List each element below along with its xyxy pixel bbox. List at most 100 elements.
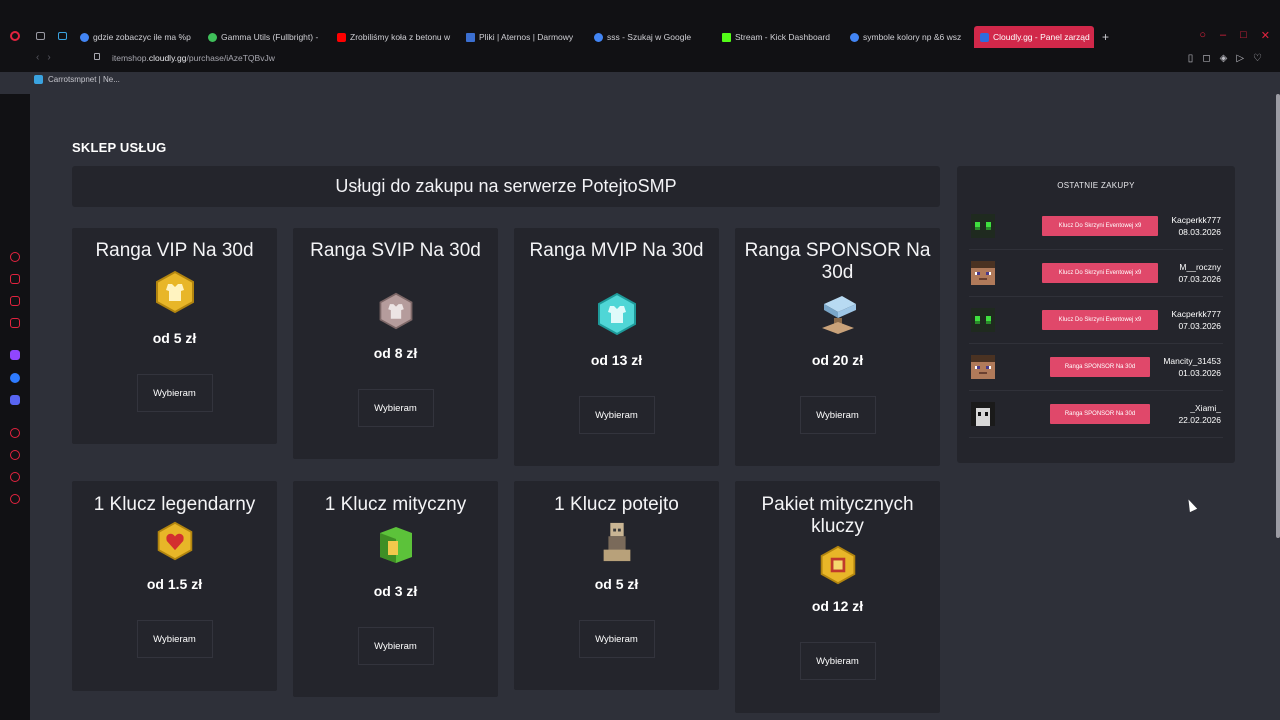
bookmark-item[interactable]: Carrotsmpnet | Ne... bbox=[48, 75, 120, 84]
choose-button[interactable]: Wybieram bbox=[357, 627, 434, 665]
purchase-date: 07.03.2026 bbox=[1178, 274, 1221, 284]
shop-banner: Usługi do zakupu na serwerze PotejtoSMP bbox=[72, 166, 940, 207]
sponsor-anvil-icon bbox=[821, 296, 856, 334]
play-icon[interactable]: ▷ bbox=[1236, 53, 1244, 64]
product-name: 1 Klucz potejto bbox=[554, 494, 679, 515]
purchased-item-badge: Ranga SPONSOR Na 30d bbox=[1050, 404, 1150, 424]
tab-2[interactable]: Zrobiliśmy koła z betonu w bbox=[337, 26, 455, 48]
purchase-row: Ranga SPONSOR Na 30d _Xiami_ 22.02.2026 bbox=[969, 390, 1223, 438]
product-name: 1 Klucz mityczny bbox=[324, 494, 467, 515]
snapshot-icon[interactable]: ◻ bbox=[1202, 53, 1210, 64]
heart-icon[interactable]: ♡ bbox=[1253, 53, 1262, 64]
purchase-meta: Kacperkk777 08.03.2026 bbox=[1171, 214, 1221, 238]
potejto-key-icon bbox=[603, 522, 630, 562]
purchase-row: Klucz Do Skrzyni Eventowej x9 Kacperkk777… bbox=[969, 296, 1223, 344]
choose-button[interactable]: Wybieram bbox=[357, 389, 434, 427]
lock-icon bbox=[94, 53, 100, 60]
purchase-meta: _Xiami_ 22.02.2026 bbox=[1178, 402, 1221, 426]
purchase-meta: Kacperkk777 07.03.2026 bbox=[1171, 308, 1221, 332]
cloudly-icon bbox=[980, 32, 989, 42]
product-card-mythic-key: 1 Klucz mityczny od 3 zł Wybieram bbox=[293, 481, 498, 697]
product-card-potejto-key: 1 Klucz potejto od 5 zł Wybieram bbox=[514, 481, 719, 690]
mythic-keys-pack-icon bbox=[820, 545, 855, 585]
purchase-meta: M__roczny 07.03.2026 bbox=[1178, 261, 1221, 285]
history-icon[interactable] bbox=[10, 450, 20, 460]
tab-4[interactable]: sss - Szukaj w Google bbox=[594, 26, 710, 48]
purchase-row: Ranga SPONSOR Na 30d Mancity_31453 01.03.2… bbox=[969, 343, 1223, 391]
browser-topbar: gdzie zobaczyc ile ma %p Gamma Utils (Fu… bbox=[0, 0, 1280, 72]
product-price: od 13 zł bbox=[590, 352, 643, 368]
product-price: od 5 zł bbox=[594, 576, 639, 592]
player-avatar bbox=[971, 308, 995, 332]
product-price: od 12 zł bbox=[811, 598, 864, 614]
kick-icon bbox=[722, 32, 731, 42]
buyer-name: Kacperkk777 bbox=[1171, 309, 1221, 319]
choose-button[interactable]: Wybieram bbox=[799, 642, 876, 680]
product-name: Ranga MVIP Na 30d bbox=[529, 240, 704, 261]
choose-button[interactable]: Wybieram bbox=[136, 374, 213, 412]
search-icon[interactable]: ○ bbox=[1199, 29, 1206, 42]
product-name: Ranga SPONSOR Na 30d bbox=[744, 240, 931, 283]
vip-rank-icon bbox=[155, 270, 194, 314]
tab-6[interactable]: symbole kolory np &6 wsz bbox=[850, 26, 966, 48]
crypto-wallet-icon[interactable] bbox=[10, 296, 20, 306]
discord-icon[interactable] bbox=[10, 395, 20, 405]
gamma-icon bbox=[208, 32, 217, 42]
buyer-name: Kacperkk777 bbox=[1171, 215, 1221, 225]
choose-button[interactable]: Wybieram bbox=[578, 396, 655, 434]
aria-icon[interactable] bbox=[10, 274, 20, 284]
purchased-item-badge: Klucz Do Skrzyni Eventowej x9 bbox=[1042, 310, 1158, 330]
address-bar[interactable]: ‹› itemshop.cloudly.gg/purchase/iAzeTQBv… bbox=[36, 52, 1276, 66]
back-forward-icon[interactable]: ‹› bbox=[36, 52, 59, 63]
shield-icon[interactable]: ◈ bbox=[1220, 53, 1228, 64]
svip-rank-icon bbox=[379, 292, 412, 330]
minimize-icon[interactable]: – bbox=[1220, 29, 1226, 42]
extensions-icon[interactable] bbox=[10, 472, 20, 482]
browser-sidebar bbox=[0, 94, 30, 720]
url-text[interactable]: itemshop.cloudly.gg/purchase/iAzeTQBvJw bbox=[112, 53, 275, 63]
product-card-vip: Ranga VIP Na 30d od 5 zł Wybieram bbox=[72, 228, 277, 444]
new-tab-button[interactable]: + bbox=[1102, 26, 1114, 48]
purchase-date: 08.03.2026 bbox=[1178, 227, 1221, 237]
product-price: od 5 zł bbox=[152, 330, 197, 346]
bookmarks-bar: Carrotsmpnet | Ne... bbox=[34, 75, 120, 84]
google-icon bbox=[850, 32, 859, 42]
bookmark-icon[interactable]: ▯ bbox=[1188, 53, 1194, 64]
purchase-meta: Mancity_31453 01.03.2026 bbox=[1163, 355, 1221, 379]
choose-button[interactable]: Wybieram bbox=[578, 620, 655, 658]
buyer-name: _Xiami_ bbox=[1190, 403, 1221, 413]
choose-button[interactable]: Wybieram bbox=[799, 396, 876, 434]
tab-7-active[interactable]: Cloudly.gg - Panel zarząd bbox=[974, 26, 1094, 48]
buyer-name: Mancity_31453 bbox=[1163, 356, 1221, 366]
purchase-date: 01.03.2026 bbox=[1178, 368, 1221, 378]
player-icon[interactable] bbox=[10, 428, 20, 438]
purchase-date: 22.02.2026 bbox=[1178, 415, 1221, 425]
google-icon bbox=[594, 32, 603, 42]
product-card-svip: Ranga SVIP Na 30d od 8 zł Wybieram bbox=[293, 228, 498, 459]
scrollbar[interactable] bbox=[1276, 94, 1280, 538]
settings-gear-icon[interactable] bbox=[10, 494, 20, 504]
tab-0[interactable]: gdzie zobaczyc ile ma %p bbox=[80, 26, 198, 48]
speed-dial-icon[interactable] bbox=[10, 252, 20, 262]
player-avatar bbox=[971, 355, 995, 379]
player-avatar bbox=[971, 261, 995, 285]
purchase-row: Klucz Do Skrzyni Eventowej x9 Kacperkk777… bbox=[969, 202, 1223, 250]
youtube-icon bbox=[337, 32, 346, 42]
tab-1[interactable]: Gamma Utils (Fullbright) - bbox=[208, 26, 324, 48]
product-card-mvip: Ranga MVIP Na 30d od 13 zł Wybieram bbox=[514, 228, 719, 466]
aternos-icon bbox=[466, 32, 475, 42]
maximize-icon[interactable]: □ bbox=[1240, 29, 1247, 42]
close-icon[interactable]: ✕ bbox=[1261, 29, 1270, 42]
product-price: od 8 zł bbox=[373, 345, 418, 361]
legendary-key-icon bbox=[157, 521, 192, 561]
twitch-icon[interactable] bbox=[10, 350, 20, 360]
product-price: od 20 zł bbox=[811, 352, 864, 368]
flow-icon[interactable] bbox=[10, 318, 20, 328]
mvip-rank-icon bbox=[597, 292, 636, 336]
product-card-legendary-key: 1 Klucz legendarny od 1.5 zł Wybieram bbox=[72, 481, 277, 691]
tab-3[interactable]: Pliki | Aternos | Darmowy bbox=[466, 26, 582, 48]
messenger-icon[interactable] bbox=[10, 373, 20, 383]
bookmark-favicon-icon bbox=[34, 75, 43, 84]
tab-5[interactable]: Stream - Kick Dashboard bbox=[722, 26, 840, 48]
choose-button[interactable]: Wybieram bbox=[136, 620, 213, 658]
